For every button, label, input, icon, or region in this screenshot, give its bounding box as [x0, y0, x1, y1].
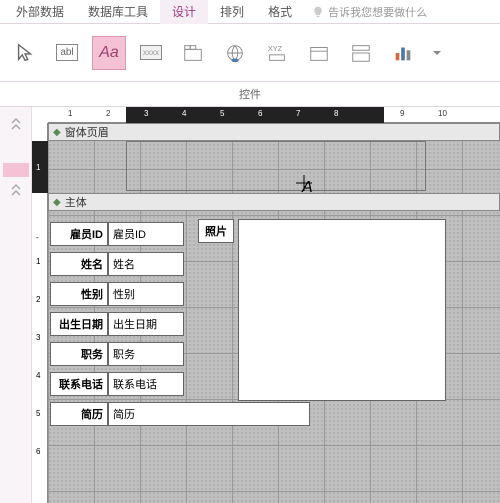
gender-label[interactable]: 性别: [50, 282, 108, 306]
workspace: 1 2 3 4 5 6 7 8 9 10 1 - 1 2 3 4 5 6: [0, 107, 500, 503]
form-body-area[interactable]: 照片 雇员ID 雇员ID 姓名 姓名 性别 性别 出生: [48, 211, 500, 427]
expand-nav-icon-2[interactable]: [8, 183, 24, 199]
nav-pane-collapsed: [0, 107, 32, 503]
birth-field[interactable]: 出生日期: [108, 312, 184, 336]
select-tool[interactable]: [8, 36, 42, 70]
expand-nav-icon[interactable]: [8, 117, 24, 133]
body-section-bar[interactable]: ◆ 主体: [48, 193, 500, 211]
resume-label[interactable]: 简历: [50, 402, 108, 426]
birth-label[interactable]: 出生日期: [50, 312, 108, 336]
tell-me[interactable]: 告诉我您想要做什么: [312, 4, 427, 20]
gender-field[interactable]: 性别: [108, 282, 184, 306]
label-cursor-icon: A: [302, 179, 313, 197]
name-field[interactable]: 姓名: [108, 252, 184, 276]
tab-db-tools[interactable]: 数据库工具: [76, 0, 160, 24]
combo-tool[interactable]: [344, 36, 378, 70]
tab-control-tool[interactable]: [176, 36, 210, 70]
form-design-canvas: 1 2 3 4 5 6 7 8 9 10 1 - 1 2 3 4 5 6: [32, 107, 500, 503]
horizontal-ruler[interactable]: 1 2 3 4 5 6 7 8 9 10: [48, 107, 500, 123]
photo-label[interactable]: 照片: [198, 219, 234, 243]
ribbon-group-label: 控件: [0, 82, 500, 107]
body-section-label: 主体: [65, 194, 87, 210]
navigation-tool[interactable]: XYZ: [260, 36, 294, 70]
option-group-tool[interactable]: [302, 36, 336, 70]
label-tool[interactable]: Aa: [92, 36, 126, 70]
tab-format[interactable]: 格式: [256, 0, 304, 24]
form-header-label: 窗体页眉: [65, 124, 109, 140]
textbox-tool[interactable]: abl: [50, 36, 84, 70]
title-placeholder-box[interactable]: [126, 141, 426, 191]
tab-arrange[interactable]: 排列: [208, 0, 256, 24]
tell-me-label: 告诉我您想要做什么: [328, 4, 427, 20]
section-bullet-icon: ◆: [53, 197, 61, 208]
chart-tool[interactable]: [386, 36, 420, 70]
form-header-area[interactable]: A: [48, 141, 500, 193]
svg-text:XYZ: XYZ: [268, 44, 283, 53]
tab-external-data[interactable]: 外部数据: [4, 0, 76, 24]
title-field[interactable]: 职务: [108, 342, 184, 366]
resume-field[interactable]: 简历: [108, 402, 310, 426]
form-header-section-bar[interactable]: ◆ 窗体页眉: [48, 123, 500, 141]
photo-field[interactable]: [238, 219, 446, 401]
lightbulb-icon: [312, 6, 324, 18]
phone-label[interactable]: 联系电话: [50, 372, 108, 396]
section-bullet-icon: ◆: [53, 127, 61, 138]
vertical-ruler[interactable]: 1 - 1 2 3 4 5 6: [32, 123, 48, 503]
tab-design[interactable]: 设计: [160, 0, 208, 24]
ribbon-controls: abl Aa xxxx XYZ: [0, 24, 500, 82]
design-surface[interactable]: ◆ 窗体页眉 A ◆ 主体 照片 雇员ID 雇员I: [48, 123, 500, 503]
more-controls[interactable]: [428, 36, 446, 70]
button-tool[interactable]: xxxx: [134, 36, 168, 70]
emp-id-field[interactable]: 雇员ID: [108, 222, 184, 246]
name-label[interactable]: 姓名: [50, 252, 108, 276]
title-label[interactable]: 职务: [50, 342, 108, 366]
ribbon-tabs: 外部数据 数据库工具 设计 排列 格式 告诉我您想要做什么: [0, 0, 500, 24]
phone-field[interactable]: 联系电话: [108, 372, 184, 396]
emp-id-label[interactable]: 雇员ID: [50, 222, 108, 246]
nav-selected-item[interactable]: [3, 163, 29, 177]
hyperlink-tool[interactable]: [218, 36, 252, 70]
